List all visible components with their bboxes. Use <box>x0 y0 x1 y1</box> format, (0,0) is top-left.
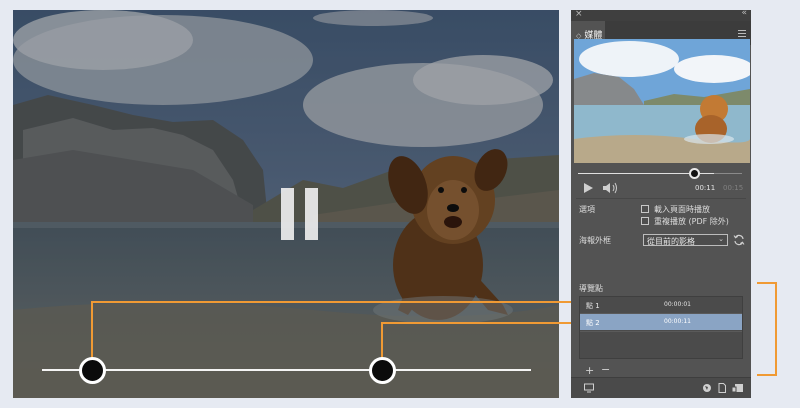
media-thumbnail <box>574 39 750 163</box>
scrubber-handle[interactable] <box>689 168 700 179</box>
add-icon[interactable]: + <box>585 364 594 377</box>
scrubber-remaining <box>714 173 742 174</box>
play-icon[interactable] <box>584 183 593 193</box>
globe-icon[interactable] <box>702 383 712 393</box>
media-icon[interactable] <box>732 383 744 393</box>
navigation-point-row[interactable]: 點 1 00:00:01 <box>580 297 742 313</box>
navigation-points-list: 點 1 00:00:01 點 2 00:00:11 <box>579 296 743 359</box>
navigation-point-name: 點 2 <box>586 319 600 327</box>
play-on-load-checkbox[interactable] <box>641 205 649 213</box>
poster-select[interactable]: 從目前的影格 ⌄ <box>643 234 728 246</box>
pause-icon[interactable] <box>281 188 321 240</box>
navigation-points-label: 導覽點 <box>579 284 603 293</box>
close-icon[interactable]: × <box>575 9 583 19</box>
chevron-down-icon: ⌄ <box>718 235 724 243</box>
pause-bar-left <box>281 188 294 240</box>
total-time: 00:15 <box>723 184 744 192</box>
navigation-point-time: 00:00:11 <box>664 318 691 325</box>
timeline-marker-1[interactable] <box>79 357 106 384</box>
navigation-point-row-selected[interactable]: 點 2 00:00:11 <box>580 314 742 330</box>
volume-icon[interactable] <box>602 182 620 194</box>
refresh-icon[interactable] <box>733 234 745 246</box>
current-time: 00:11 <box>695 184 716 192</box>
panel-top-strip: × « <box>571 8 751 21</box>
poster-label: 海報外框 <box>579 236 611 245</box>
collapse-icon[interactable]: « <box>741 8 747 18</box>
navigation-point-name: 點 1 <box>586 302 600 310</box>
remove-icon[interactable]: − <box>601 363 610 376</box>
timeline-marker-2[interactable] <box>369 357 396 384</box>
options-label: 選項 <box>579 205 595 214</box>
poster-select-value: 從目前的影格 <box>647 237 695 246</box>
document-icon[interactable] <box>717 383 727 393</box>
row-divider <box>580 331 742 332</box>
navigation-point-time: 00:00:01 <box>664 301 691 308</box>
panel-bottom-bar <box>571 377 751 398</box>
divider <box>576 198 746 199</box>
panel-menu-icon[interactable] <box>738 30 746 37</box>
callout-bracket <box>757 282 777 376</box>
loop-checkbox[interactable] <box>641 217 649 225</box>
media-panel: × « ◇ 媒體 00:11 00:15 選項 載入頁面時播放 重複播放 (PDF… <box>571 8 751 398</box>
export-icon[interactable] <box>584 383 594 393</box>
play-on-load-label: 載入頁面時播放 <box>654 205 710 214</box>
video-preview[interactable] <box>13 10 559 398</box>
loop-label: 重複播放 (PDF 除外) <box>654 217 729 226</box>
pause-bar-right <box>305 188 318 240</box>
